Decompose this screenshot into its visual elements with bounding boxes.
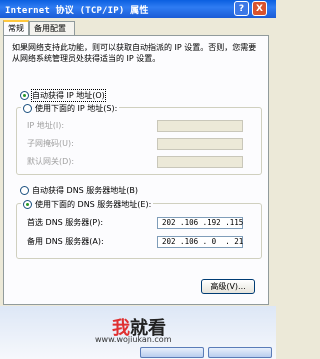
subnet-mask-row: 子网掩码(U): <box>27 137 243 150</box>
dialog-button-row <box>0 346 276 359</box>
description-text: 如果网络支持此功能，则可以获取自动指派的 IP 设置。否则，您需要从网络系统管理… <box>12 43 257 63</box>
alternate-dns-label: 备用 DNS 服务器(A): <box>27 237 104 246</box>
ip-address-row: IP 地址(I): <box>27 119 243 132</box>
general-panel: 如果网络支持此功能，则可以获取自动指派的 IP 设置。否则，您需要从网络系统管理… <box>3 35 269 305</box>
manual-dns-label: 使用下面的 DNS 服务器地址(E): <box>35 200 152 209</box>
cancel-button[interactable] <box>208 347 272 358</box>
subnet-mask-label: 子网掩码(U): <box>27 139 74 148</box>
manual-dns-option[interactable]: 使用下面的 DNS 服务器地址(E): <box>21 199 154 210</box>
manual-ip-radio[interactable] <box>23 104 32 113</box>
advanced-button[interactable]: 高级(V)... <box>201 279 255 294</box>
subnet-mask-field[interactable] <box>157 137 243 150</box>
auto-ip-radio[interactable] <box>20 91 29 100</box>
preferred-dns-label: 首选 DNS 服务器(P): <box>27 218 104 227</box>
auto-dns-radio[interactable] <box>20 186 29 195</box>
manual-ip-label: 使用下面的 IP 地址(S): <box>35 104 118 113</box>
help-button[interactable]: ? <box>234 1 249 16</box>
ip-group-box: 使用下面的 IP 地址(S): IP 地址(I): 子网掩码(U): 默认网关(… <box>16 103 262 175</box>
manual-dns-radio[interactable] <box>23 200 32 209</box>
ok-button[interactable] <box>140 347 204 358</box>
auto-ip-label: 自动获得 IP 地址(O) <box>31 89 106 102</box>
default-gateway-row: 默认网关(D): <box>27 155 243 168</box>
watermark-url: www.wojiukan.com <box>95 335 172 344</box>
auto-ip-option[interactable]: 自动获得 IP 地址(O) <box>20 89 106 102</box>
alternate-dns-row: 备用 DNS 服务器(A): 202 .106 . 0 . 21 <box>27 235 243 248</box>
ip-address-label: IP 地址(I): <box>27 121 65 130</box>
close-button[interactable]: X <box>252 1 267 16</box>
default-gateway-field[interactable] <box>157 155 243 168</box>
preferred-dns-field[interactable]: 202 .106 .192 .115 <box>157 216 243 229</box>
window-title: Internet 协议 (TCP/IP) 属性 <box>5 6 149 16</box>
tab-alternate-config[interactable]: 备用配置 <box>29 21 75 35</box>
tab-general[interactable]: 常规 <box>3 20 29 36</box>
dns-group-box: 使用下面的 DNS 服务器地址(E): 首选 DNS 服务器(P): 202 .… <box>16 199 262 259</box>
auto-dns-option[interactable]: 自动获得 DNS 服务器地址(B) <box>20 185 138 196</box>
preferred-dns-row: 首选 DNS 服务器(P): 202 .106 .192 .115 <box>27 216 243 229</box>
default-gateway-label: 默认网关(D): <box>27 157 75 166</box>
manual-ip-option[interactable]: 使用下面的 IP 地址(S): <box>21 103 120 114</box>
alternate-dns-field[interactable]: 202 .106 . 0 . 21 <box>157 235 243 248</box>
title-bar[interactable]: Internet 协议 (TCP/IP) 属性 ? X <box>0 0 276 18</box>
auto-dns-label: 自动获得 DNS 服务器地址(B) <box>32 186 139 195</box>
properties-dialog: 常规 备用配置 如果网络支持此功能，则可以获取自动指派的 IP 设置。否则，您需… <box>0 18 276 359</box>
ip-address-field[interactable] <box>157 119 243 132</box>
